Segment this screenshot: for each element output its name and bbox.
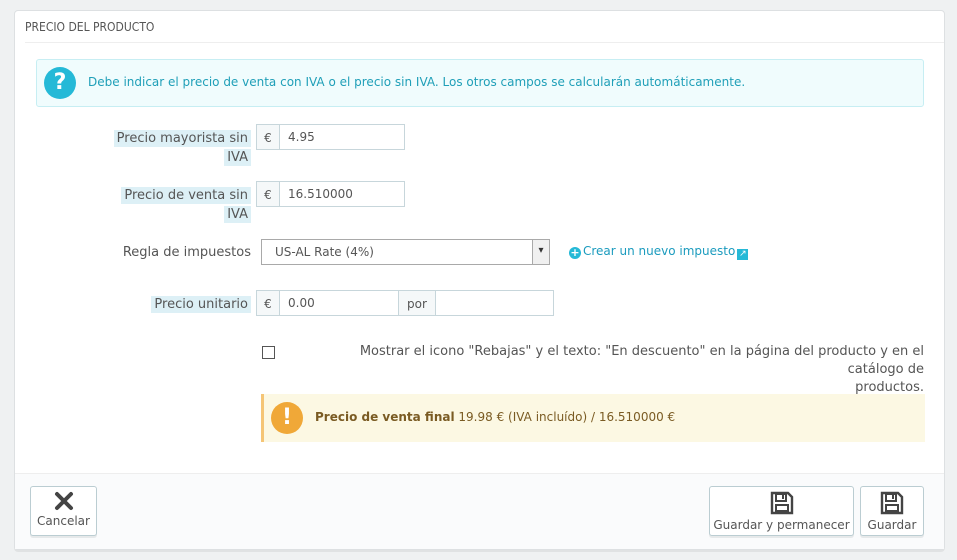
question-icon: ?	[44, 67, 76, 99]
retail-currency-addon: €	[256, 181, 280, 207]
close-icon	[54, 492, 73, 510]
unit-price-label: Precio unitario	[95, 295, 251, 314]
panel-title: PRECIO DEL PRODUCTO	[25, 20, 155, 34]
wholesale-currency-addon: €	[256, 124, 280, 150]
product-price-panel: PRECIO DEL PRODUCTO ? Debe indicar el pr…	[14, 10, 945, 550]
retail-price-input[interactable]: 16.510000	[279, 181, 405, 207]
info-alert: ? Debe indicar el precio de venta con IV…	[36, 59, 924, 107]
save-and-stay-button[interactable]: Guardar y permanecer	[709, 486, 854, 536]
tax-rule-selected: US-AL Rate (4%)	[275, 245, 374, 259]
panel-footer: Cancelar Guardar y permanecer Guardar	[15, 473, 944, 549]
warning-icon: !	[271, 402, 303, 434]
tax-rule-select[interactable]: US-AL Rate (4%) ▾	[261, 239, 550, 265]
floppy-disk-icon	[880, 491, 904, 515]
unit-type-input[interactable]	[435, 290, 554, 316]
plus-circle-icon: +	[569, 246, 581, 259]
heading-divider	[25, 42, 944, 43]
per-addon: por	[398, 290, 436, 316]
wholesale-price-label: Precio mayorista sin IVA	[95, 129, 251, 167]
final-price-text: Precio de venta final 19.98 € (IVA inclu…	[315, 410, 676, 424]
create-tax-link[interactable]: + Crear un nuevo impuesto ↗	[569, 244, 749, 260]
on-sale-checkbox[interactable]	[262, 346, 275, 359]
external-link-icon: ↗	[737, 249, 749, 260]
chevron-down-icon: ▾	[532, 240, 549, 264]
on-sale-label: Mostrar el icono "Rebajas" y el texto: "…	[359, 344, 924, 395]
info-alert-text: Debe indicar el precio de venta con IVA …	[88, 75, 746, 89]
save-button[interactable]: Guardar	[860, 486, 924, 536]
final-price-alert: ! Precio de venta final 19.98 € (IVA inc…	[261, 394, 925, 442]
wholesale-price-input[interactable]: 4.95	[279, 124, 405, 150]
tax-rule-label: Regla de impuestos	[122, 245, 251, 260]
unit-currency-addon: €	[256, 290, 280, 316]
unit-price-input[interactable]: 0.00	[279, 290, 399, 316]
retail-price-label: Precio de venta sin IVA	[95, 186, 251, 224]
cancel-button[interactable]: Cancelar	[30, 486, 97, 536]
floppy-disk-icon	[770, 491, 793, 515]
